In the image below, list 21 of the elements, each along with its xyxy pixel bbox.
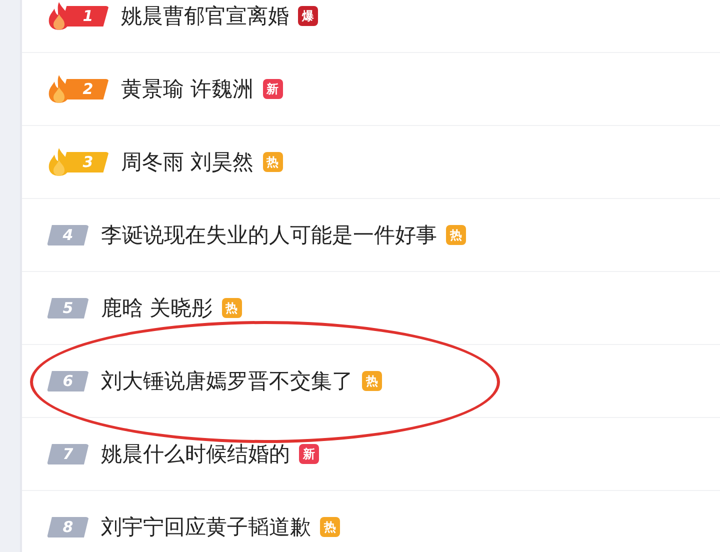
trend-tag: 新: [299, 444, 319, 464]
trend-title[interactable]: 鹿晗 关晓彤: [101, 294, 213, 322]
trend-title[interactable]: 周冬雨 刘昊然: [121, 148, 254, 176]
trend-title[interactable]: 黄景瑜 许魏洲: [121, 75, 254, 103]
trend-tag: 热: [262, 152, 283, 172]
trend-tag: 热: [362, 371, 382, 391]
rank-number: 7: [47, 444, 89, 464]
trend-tag: 热: [320, 517, 340, 537]
rank-number: 5: [47, 298, 89, 318]
trend-tag: 热: [222, 298, 242, 318]
trend-title[interactable]: 刘宇宁回应黄子韬道歉: [101, 513, 311, 541]
rank-number: 8: [47, 516, 89, 538]
trend-tag: 新: [262, 79, 283, 99]
rank-number: 6: [47, 370, 89, 392]
rank-number: 4: [47, 224, 89, 246]
trend-title[interactable]: 李诞说现在失业的人可能是一件好事: [101, 221, 437, 249]
trend-tag: 爆: [298, 6, 318, 26]
trend-title[interactable]: 姚晨曹郁官宣离婚: [121, 2, 289, 30]
trend-title[interactable]: 姚晨什么时候结婚的: [101, 440, 290, 468]
trend-title[interactable]: 刘大锤说唐嫣罗晋不交集了: [101, 367, 353, 395]
trend-tag: 热: [446, 225, 466, 245]
